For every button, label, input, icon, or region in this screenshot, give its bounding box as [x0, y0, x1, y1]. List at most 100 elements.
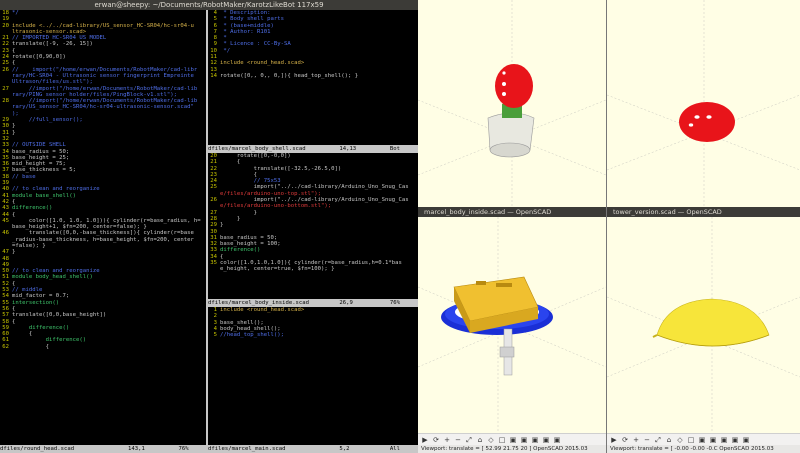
code-area[interactable]: 18 */19 20 include <../../cad-library/US_se… [0, 10, 206, 350]
line-text: // IMPORTED HC-SR04 US MODEL [12, 35, 107, 42]
yellow-shell-model [652, 298, 770, 347]
view-icon[interactable]: ▣ [698, 436, 706, 444]
line-text: Ultrason/files/us.stl"); [12, 79, 93, 86]
rotate-icon[interactable]: ⟳ [432, 436, 440, 444]
line-text: base_thickness = 5; [12, 167, 76, 174]
code-line[interactable]: rary/US_sensor_HC-SR04/hc-sr04-ultrasoni… [0, 104, 206, 110]
terminal-window: erwan@sheepy: ~/Documents/RobotMaker/Kar… [0, 0, 418, 453]
line-text: // 75x53 [220, 178, 281, 185]
openscad-window-1[interactable] [418, 0, 607, 207]
view-icon[interactable]: ▣ [509, 436, 517, 444]
line-text: color([1.0,1.0,1.0]){ cylinder(r=base_ra… [220, 260, 402, 267]
line-text: mid_factor = 0.7; [12, 293, 70, 300]
line-text: //head_top_shell(); [220, 332, 284, 339]
line-text: base_height = 25; [12, 154, 70, 161]
line-number: 25 [210, 184, 217, 191]
play-icon[interactable]: ▶ [421, 436, 429, 444]
line-text: import("../../cad-library/Arduino_Uno_Sn… [220, 184, 409, 191]
code-area[interactable]: 4 * Description: 5 * Body shell parts 6 * … [208, 10, 418, 79]
code-line[interactable]: 14 rotate([0,, 0,, 0,]){ head_top_shell()… [208, 73, 418, 79]
perspective-icon[interactable]: ◇ [487, 436, 495, 444]
view-icon[interactable]: ▣ [542, 436, 550, 444]
editor-pane-right-bot[interactable]: 1 include <round_head.scad> 2 3 base_shell()… [208, 307, 418, 445]
openscad-window-3[interactable]: marcel_body_inside.scad — OpenSCAD ▶ ⟳ + − ⤢… [418, 207, 607, 453]
line-number: 62 [2, 343, 9, 350]
line-text: // middle [12, 287, 43, 294]
view-icon[interactable]: ▣ [531, 436, 539, 444]
line-text: } [220, 209, 258, 216]
line-text: difference() [12, 337, 87, 344]
view-icon[interactable]: ▣ [720, 436, 728, 444]
line-text: import("../../cad-library/Arduino_Uno_Sn… [220, 197, 409, 204]
editor-pane-right-top[interactable]: 4 * Description: 5 * Body shell parts 6 * … [208, 10, 418, 145]
line-text: e/files/arduino-uno-bottom.stl"); [220, 203, 332, 210]
line-text: { [12, 211, 16, 218]
viewport-status: Viewport: translate = [ 52.99 21.75 20 ]… [418, 445, 606, 453]
ortho-icon[interactable]: □ [687, 436, 695, 444]
rotate-icon[interactable]: ⟳ [621, 436, 629, 444]
zoom-out-icon[interactable]: − [643, 436, 651, 444]
line-text: { [12, 280, 16, 287]
reset-view-icon[interactable]: ⌂ [476, 436, 484, 444]
viewport-3d[interactable] [418, 0, 606, 207]
perspective-icon[interactable]: ◇ [676, 436, 684, 444]
view-icon[interactable]: ▣ [520, 436, 528, 444]
line-text: mid_height = 75; [12, 161, 66, 168]
line-text: { [220, 159, 241, 166]
line-text: base_height = 100; [220, 241, 281, 248]
line-text: include <../../cad-library/US_sensor_HC-… [12, 22, 194, 29]
code-area[interactable]: 20 rotate([0,-0,0]) 21 {22 translate([-32… [208, 153, 418, 273]
line-text: base_shell(); [220, 319, 264, 326]
editor-pane-left[interactable]: 18 */19 20 include <../../cad-library/US_se… [0, 10, 206, 445]
vim-status-right-top: dfiles/marcel_body_shell.scad 14,13 Bot [208, 145, 418, 153]
editor-pane-right-mid[interactable]: 20 rotate([0,-0,0]) 21 {22 translate([-32… [208, 153, 418, 299]
line-text: =false); } [12, 242, 46, 249]
zoom-fit-icon[interactable]: ⤢ [654, 436, 662, 444]
code-area[interactable]: 1 include <round_head.scad> 2 3 base_shell()… [208, 307, 418, 338]
line-text: translate([0,0,base_height]) [12, 312, 107, 319]
code-line[interactable]: 62 { [0, 344, 206, 350]
line-text: } [12, 123, 16, 130]
view-icon[interactable]: ▣ [731, 436, 739, 444]
reset-view-icon[interactable]: ⌂ [665, 436, 673, 444]
viewport-3d[interactable] [607, 0, 800, 207]
code-line[interactable]: e_height, center=true, $fn=100); } [208, 266, 418, 272]
ortho-icon[interactable]: □ [498, 436, 506, 444]
zoom-in-icon[interactable]: + [632, 436, 640, 444]
view-icon[interactable]: ▣ [553, 436, 561, 444]
zoom-fit-icon[interactable]: ⤢ [465, 436, 473, 444]
line-text: e_height, center=true, $fn=100); } [220, 266, 335, 273]
view-icon[interactable]: ▣ [742, 436, 750, 444]
line-text: rotate([0,-0,0]) [220, 153, 291, 159]
openscad-window-2[interactable] [607, 0, 800, 207]
line-text: // OUTSIDE SHELL [12, 142, 66, 149]
line-number: 27 [2, 85, 9, 92]
zoom-in-icon[interactable]: + [443, 436, 451, 444]
line-text: rary/US_sensor_HC-SR04/hc-sr04-ultrasoni… [12, 104, 194, 111]
line-text: { [12, 331, 33, 338]
line-text: * Licence : CC-By-SA [220, 41, 291, 48]
line-text: module base_shell() [12, 192, 76, 199]
line-text: // import("/home/erwan/Documents/RobotMa… [12, 66, 198, 73]
code-line[interactable]: 5//head_top_shell(); [208, 332, 418, 338]
viewport-3d[interactable] [418, 217, 606, 433]
view-icon[interactable]: ▣ [709, 436, 717, 444]
line-text: intersection() [12, 299, 60, 306]
viewport-3d[interactable] [607, 217, 800, 433]
zoom-out-icon[interactable]: − [454, 436, 462, 444]
openscad-window-4[interactable]: tower_version.scad — OpenSCAD ▶ ⟳ + − ⤢ ⌂ ◇ □ ▣ ▣… [607, 207, 800, 453]
line-text: //full_sensor(); [12, 117, 83, 124]
line-text: difference() [12, 205, 53, 212]
arduino-base-model [441, 276, 553, 376]
line-number: 14 [210, 72, 217, 79]
line-text: rary/PING sensor holder/files/PingBlock-… [12, 91, 178, 98]
line-text: // base [12, 173, 36, 180]
line-text: difference() [220, 247, 261, 254]
line-text: include <round_head.scad> [220, 307, 305, 313]
line-text: { [12, 47, 16, 54]
line-text: body_head_shell(); [220, 325, 281, 332]
line-text: * [220, 35, 227, 42]
line-text: // to clean and reorganize [12, 186, 100, 193]
play-icon[interactable]: ▶ [610, 436, 618, 444]
tower-model [487, 64, 535, 158]
